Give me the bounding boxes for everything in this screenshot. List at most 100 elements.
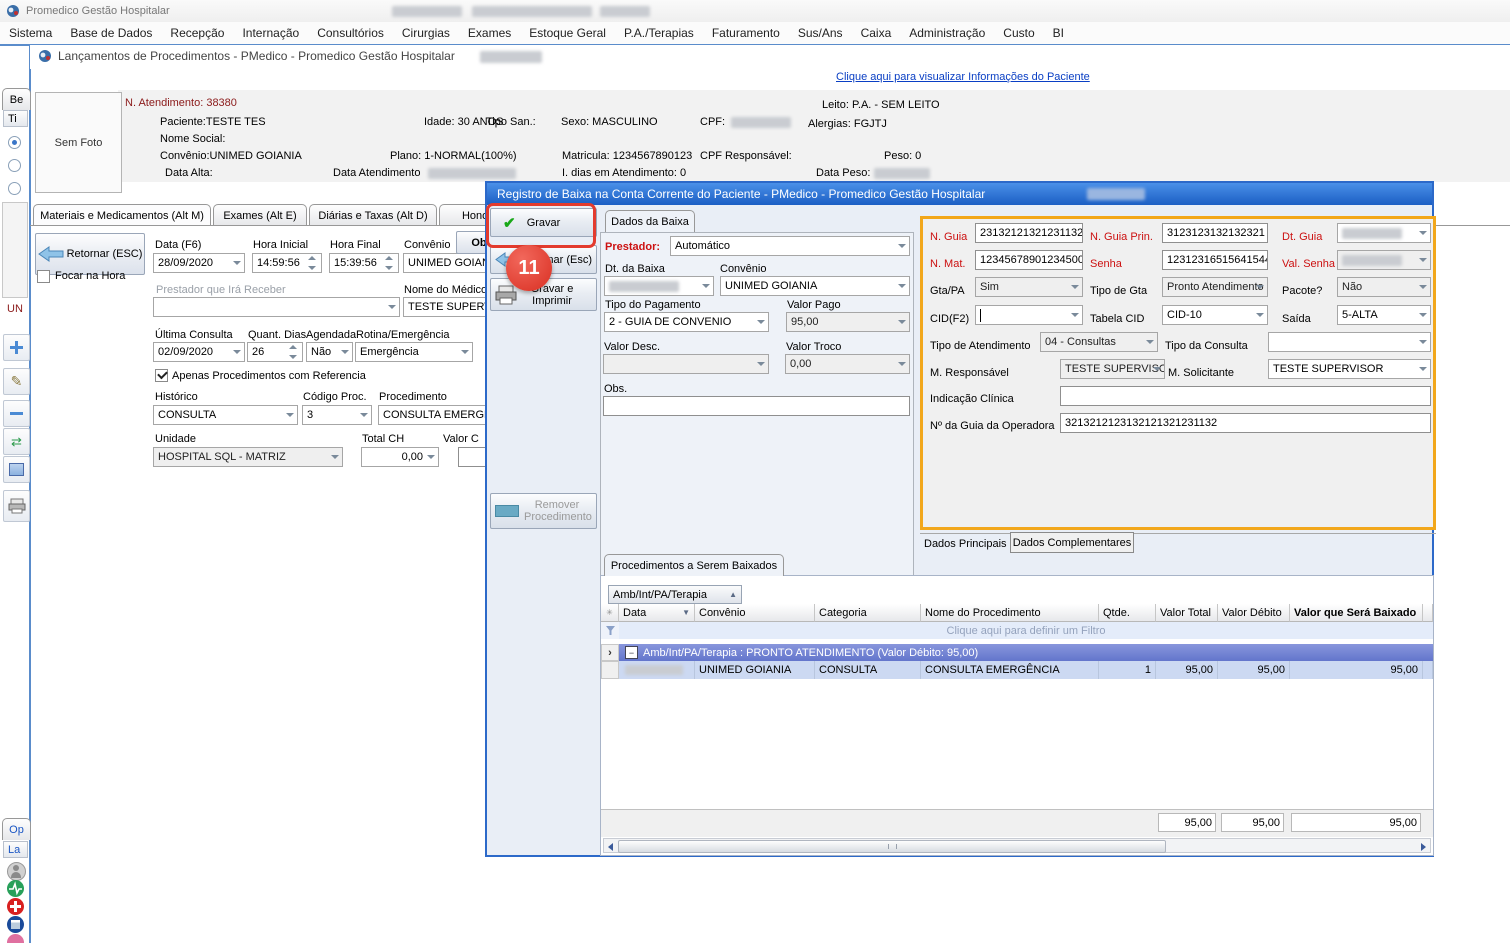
menu-consultorios[interactable]: Consultórios <box>308 22 393 40</box>
apenas-referencia-checkbox[interactable] <box>155 369 168 382</box>
menu-sus-ans[interactable]: Sus/Ans <box>789 22 852 40</box>
dlg-convenio-combo[interactable]: UNIMED GOIANIA <box>720 276 910 296</box>
data-f6-combo[interactable]: 28/09/2020 <box>153 253 245 273</box>
pacote-combo[interactable]: Não <box>1337 277 1431 297</box>
col-header-qtde[interactable]: Qtde. <box>1099 604 1156 622</box>
sidebar-radio-2[interactable] <box>8 159 21 172</box>
n-mat-input[interactable]: 12345678901234500 <box>975 250 1083 270</box>
historico-combo[interactable]: CONSULTA <box>153 405 298 425</box>
menu-pa-terapias[interactable]: P.A./Terapias <box>615 22 703 40</box>
scroll-right-icon[interactable] <box>1421 843 1426 851</box>
valor-troco-combo[interactable]: 0,00 <box>785 354 910 374</box>
n-guia-prin-input[interactable]: 3123123132132321 <box>1162 223 1268 243</box>
tipo-pagamento-combo[interactable]: 2 - GUIA DE CONVENIO <box>604 312 769 332</box>
valor-pago-combo[interactable]: 95,00 <box>786 312 910 332</box>
m-solicitante-combo[interactable]: TESTE SUPERVISOR <box>1268 359 1431 379</box>
val-senha-combo[interactable] <box>1337 250 1431 270</box>
scroll-left-icon[interactable] <box>608 843 613 851</box>
col-header-convenio[interactable]: Convênio <box>695 604 815 622</box>
pink-icon[interactable] <box>7 934 24 943</box>
menu-exames[interactable]: Exames <box>459 22 520 40</box>
menu-estoque-geral[interactable]: Estoque Geral <box>520 22 615 40</box>
printer-icon[interactable] <box>3 490 30 522</box>
cell-valor-debito[interactable]: 95,00 <box>1218 661 1290 679</box>
valor-desc-combo[interactable] <box>603 354 769 374</box>
total-ch-combo[interactable]: 0,00 <box>361 447 439 467</box>
n-guia-operadora-input[interactable]: 3213212123132121321231132 <box>1060 413 1431 433</box>
hora-inicial-spinner[interactable]: 14:59:56 <box>252 253 322 273</box>
cell-qtde[interactable]: 1 <box>1099 661 1156 679</box>
hora-final-spinner[interactable]: 15:39:56 <box>329 253 399 273</box>
sidebar-radio-3[interactable] <box>8 182 21 195</box>
edit-pencil-icon[interactable]: ✎ <box>3 368 30 395</box>
tab-exames[interactable]: Exames (Alt E) <box>213 204 307 226</box>
col-header-valor-total[interactable]: Valor Total <box>1156 604 1218 622</box>
n-guia-input[interactable]: 23132121321231132 <box>975 223 1083 243</box>
quant-dias-spinner[interactable]: 26 <box>247 342 303 362</box>
tabela-cid-combo[interactable]: CID-10 <box>1162 305 1268 325</box>
group-row[interactable]: − Amb/Int/PA/Terapia : PRONTO ATENDIMENT… <box>619 644 1433 661</box>
menu-sistema[interactable]: Sistema <box>0 22 61 40</box>
tab-dados-da-baixa[interactable]: Dados da Baixa <box>605 210 695 232</box>
dt-guia-combo[interactable] <box>1337 223 1431 243</box>
emergency-cross-icon[interactable] <box>7 898 24 915</box>
sidebar-tab-top[interactable]: Be <box>2 88 31 110</box>
cell-convenio[interactable]: UNIMED GOIANIA <box>695 661 815 679</box>
tab-materiais-medicamentos[interactable]: Materiais e Medicamentos (Alt M) <box>33 204 211 226</box>
user-icon[interactable] <box>7 862 26 881</box>
gta-pa-combo[interactable]: Sim <box>975 277 1083 297</box>
col-header-categoria[interactable]: Categoria <box>815 604 921 622</box>
senha-input[interactable]: 12312316515641544 <box>1162 250 1268 270</box>
menu-caixa[interactable]: Caixa <box>852 22 901 40</box>
spinner-arrows-icon[interactable] <box>308 256 319 270</box>
cid-combo[interactable] <box>975 305 1083 325</box>
menu-recepcao[interactable]: Recepção <box>161 22 233 40</box>
prestador-combo[interactable]: Automático <box>670 236 910 256</box>
add-icon[interactable] <box>3 334 30 361</box>
col-header-data[interactable]: Data▼ <box>619 604 695 622</box>
cell-valor-total[interactable]: 95,00 <box>1156 661 1218 679</box>
menu-administracao[interactable]: Administração <box>900 22 994 40</box>
group-by-box[interactable]: Amb/Int/PA/Terapia ▲ <box>608 585 742 604</box>
cell-valor-baixado[interactable]: 95,00 <box>1290 661 1423 679</box>
tab-procedimentos-baixados[interactable]: Procedimentos a Serem Baixados <box>604 554 784 576</box>
menu-cirurgias[interactable]: Cirurgias <box>393 22 459 40</box>
obs-input[interactable] <box>603 396 910 416</box>
menu-base-de-dados[interactable]: Base de Dados <box>61 22 161 40</box>
pulse-icon[interactable] <box>7 880 24 897</box>
col-header-nome-procedimento[interactable]: Nome do Procedimento <box>921 604 1099 622</box>
saida-combo[interactable]: 5-ALTA <box>1337 305 1431 325</box>
tab-dados-principais[interactable]: Dados Principais <box>924 538 1007 551</box>
col-header-valor-debito[interactable]: Valor Débito <box>1218 604 1290 622</box>
menu-custo[interactable]: Custo <box>994 22 1043 40</box>
horizontal-scrollbar[interactable] <box>603 838 1431 853</box>
spinner-arrows-icon[interactable] <box>289 345 300 359</box>
cell-nome-procedimento[interactable]: CONSULTA EMERGÊNCIA <box>921 661 1099 679</box>
menu-bi[interactable]: BI <box>1044 22 1073 40</box>
prestador-receber-combo[interactable] <box>153 297 400 317</box>
tab-dados-complementares[interactable]: Dados Complementares <box>1010 532 1134 553</box>
remover-procedimento-button[interactable]: Remover Procedimento <box>490 493 597 529</box>
focar-na-hora-checkbox[interactable] <box>37 270 50 283</box>
grid-icon[interactable] <box>3 456 30 483</box>
col-header-valor-baixado[interactable]: Valor que Será Baixado <box>1290 604 1423 622</box>
m-responsavel-combo[interactable]: TESTE SUPERVISOR <box>1060 359 1165 379</box>
collapse-icon[interactable]: − <box>625 646 638 659</box>
row-selector-cell[interactable] <box>601 661 619 679</box>
cell-data[interactable] <box>619 661 695 679</box>
scrollbar-thumb[interactable] <box>618 840 1166 853</box>
tipo-gta-combo[interactable]: Pronto Atendimento <box>1162 277 1268 297</box>
retornar-esc-button[interactable]: Retornar (ESC) <box>35 233 145 275</box>
sidebar-tab-bottom[interactable]: Op <box>2 818 31 840</box>
codigo-proc-combo[interactable]: 3 <box>302 405 372 425</box>
agendada-combo[interactable]: Não <box>306 342 353 362</box>
rotina-emergencia-combo[interactable]: Emergência <box>355 342 473 362</box>
transfer-arrows-icon[interactable]: ⇄ <box>3 428 30 455</box>
spinner-arrows-icon[interactable] <box>385 256 396 270</box>
tab-diarias-taxas[interactable]: Diárias e Taxas (Alt D) <box>309 204 437 226</box>
menu-faturamento[interactable]: Faturamento <box>703 22 789 40</box>
dt-baixa-combo[interactable] <box>604 276 714 296</box>
filter-row[interactable]: Clique aqui para definir um Filtro <box>619 622 1433 639</box>
tipo-atendimento-combo[interactable]: 04 - Consultas <box>1040 332 1158 352</box>
remove-icon[interactable] <box>3 400 30 427</box>
